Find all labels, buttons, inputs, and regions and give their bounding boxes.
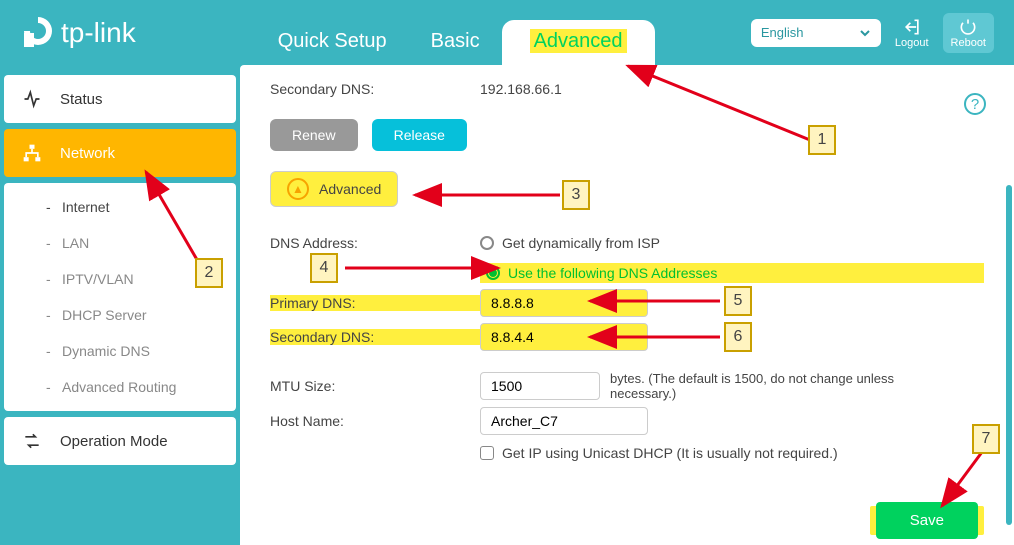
secondary-dns-ro-value: 192.168.66.1 — [480, 81, 562, 97]
host-name-row: Host Name: — [270, 407, 984, 435]
secondary-dns-readonly-row: Secondary DNS: 192.168.66.1 — [270, 75, 984, 103]
save-area: Save — [870, 506, 984, 535]
unicast-row: Get IP using Unicast DHCP (It is usually… — [480, 445, 984, 461]
scrollbar[interactable] — [1006, 185, 1012, 525]
header: tp-link Quick Setup Basic Advanced Engli… — [0, 0, 1014, 65]
unicast-checkbox[interactable] — [480, 446, 494, 460]
sidebar: Status Network Internet LAN IPTV/VLAN DH… — [0, 65, 240, 545]
advanced-toggle[interactable]: ▲ Advanced — [270, 171, 398, 207]
secondary-dns-row: Secondary DNS: — [270, 323, 984, 351]
help-button[interactable]: ? — [964, 93, 986, 115]
reboot-label: Reboot — [951, 37, 986, 49]
language-select[interactable]: English — [751, 19, 881, 47]
tab-advanced[interactable]: Advanced — [502, 20, 655, 65]
nav-tabs: Quick Setup Basic Advanced — [256, 0, 655, 65]
renew-release-row: Renew Release — [270, 119, 984, 151]
secondary-dns-ro-label: Secondary DNS: — [270, 81, 480, 97]
status-icon — [22, 89, 42, 109]
reboot-icon — [958, 17, 978, 37]
host-name-label: Host Name: — [270, 413, 480, 429]
host-name-input[interactable] — [480, 407, 648, 435]
sidebar-submenu: Internet LAN IPTV/VLAN DHCP Server Dynam… — [4, 183, 236, 411]
tab-quick-setup[interactable]: Quick Setup — [256, 18, 409, 65]
sidebar-item-label: Network — [60, 145, 115, 162]
tplink-logo-icon — [20, 15, 56, 51]
sidebar-item-network[interactable]: Network — [4, 129, 236, 177]
dns-radio-custom-row: Use the following DNS Addresses — [480, 263, 984, 283]
brand-logo: tp-link — [20, 15, 136, 51]
content-panel: ? Secondary DNS: 192.168.66.1 Renew Rele… — [240, 65, 1014, 545]
sidebar-item-status[interactable]: Status — [4, 75, 236, 123]
logout-button[interactable]: Logout — [895, 17, 929, 49]
sidebar-sub-advanced-routing[interactable]: Advanced Routing — [4, 369, 236, 405]
operation-mode-icon — [22, 431, 42, 451]
language-value: English — [761, 25, 804, 40]
logout-label: Logout — [895, 37, 929, 49]
chevron-down-icon — [859, 27, 871, 39]
dns-radio-custom-label[interactable]: Use the following DNS Addresses — [508, 265, 717, 281]
primary-dns-input[interactable] — [480, 289, 648, 317]
sidebar-sub-iptv-vlan[interactable]: IPTV/VLAN — [4, 261, 236, 297]
header-right: English Logout Reboot — [751, 13, 994, 53]
sidebar-sub-dynamic-dns[interactable]: Dynamic DNS — [4, 333, 236, 369]
main-area: Status Network Internet LAN IPTV/VLAN DH… — [0, 65, 1014, 545]
logout-icon — [902, 17, 922, 37]
sidebar-item-operation-mode[interactable]: Operation Mode — [4, 417, 236, 465]
mtu-note: bytes. (The default is 1500, do not chan… — [610, 371, 930, 401]
tab-advanced-label: Advanced — [530, 29, 627, 53]
sidebar-sub-lan[interactable]: LAN — [4, 225, 236, 261]
dns-radio-isp-label[interactable]: Get dynamically from ISP — [502, 235, 660, 251]
renew-button[interactable]: Renew — [270, 119, 358, 151]
save-button[interactable]: Save — [876, 502, 978, 539]
mtu-row: MTU Size: bytes. (The default is 1500, d… — [270, 371, 984, 401]
mtu-input[interactable] — [480, 372, 600, 400]
network-icon — [22, 143, 42, 163]
dns-radio-isp[interactable] — [480, 236, 494, 250]
sidebar-sub-internet[interactable]: Internet — [4, 189, 236, 225]
sidebar-sub-dhcp-server[interactable]: DHCP Server — [4, 297, 236, 333]
primary-dns-row: Primary DNS: — [270, 289, 984, 317]
advanced-toggle-label: Advanced — [319, 181, 381, 197]
dns-address-row: DNS Address: Get dynamically from ISP — [270, 229, 984, 257]
tab-basic[interactable]: Basic — [409, 18, 502, 65]
dns-radio-custom[interactable] — [486, 266, 500, 280]
chevron-up-icon: ▲ — [287, 178, 309, 200]
dns-address-label: DNS Address: — [270, 235, 480, 251]
mtu-label: MTU Size: — [270, 378, 480, 394]
secondary-dns-label: Secondary DNS: — [270, 329, 480, 345]
sidebar-item-label: Status — [60, 91, 103, 108]
reboot-button[interactable]: Reboot — [943, 13, 994, 53]
brand-text: tp-link — [61, 17, 136, 49]
primary-dns-label: Primary DNS: — [270, 295, 480, 311]
release-button[interactable]: Release — [372, 119, 467, 151]
unicast-label[interactable]: Get IP using Unicast DHCP (It is usually… — [502, 445, 838, 461]
secondary-dns-input[interactable] — [480, 323, 648, 351]
sidebar-item-label: Operation Mode — [60, 433, 168, 450]
